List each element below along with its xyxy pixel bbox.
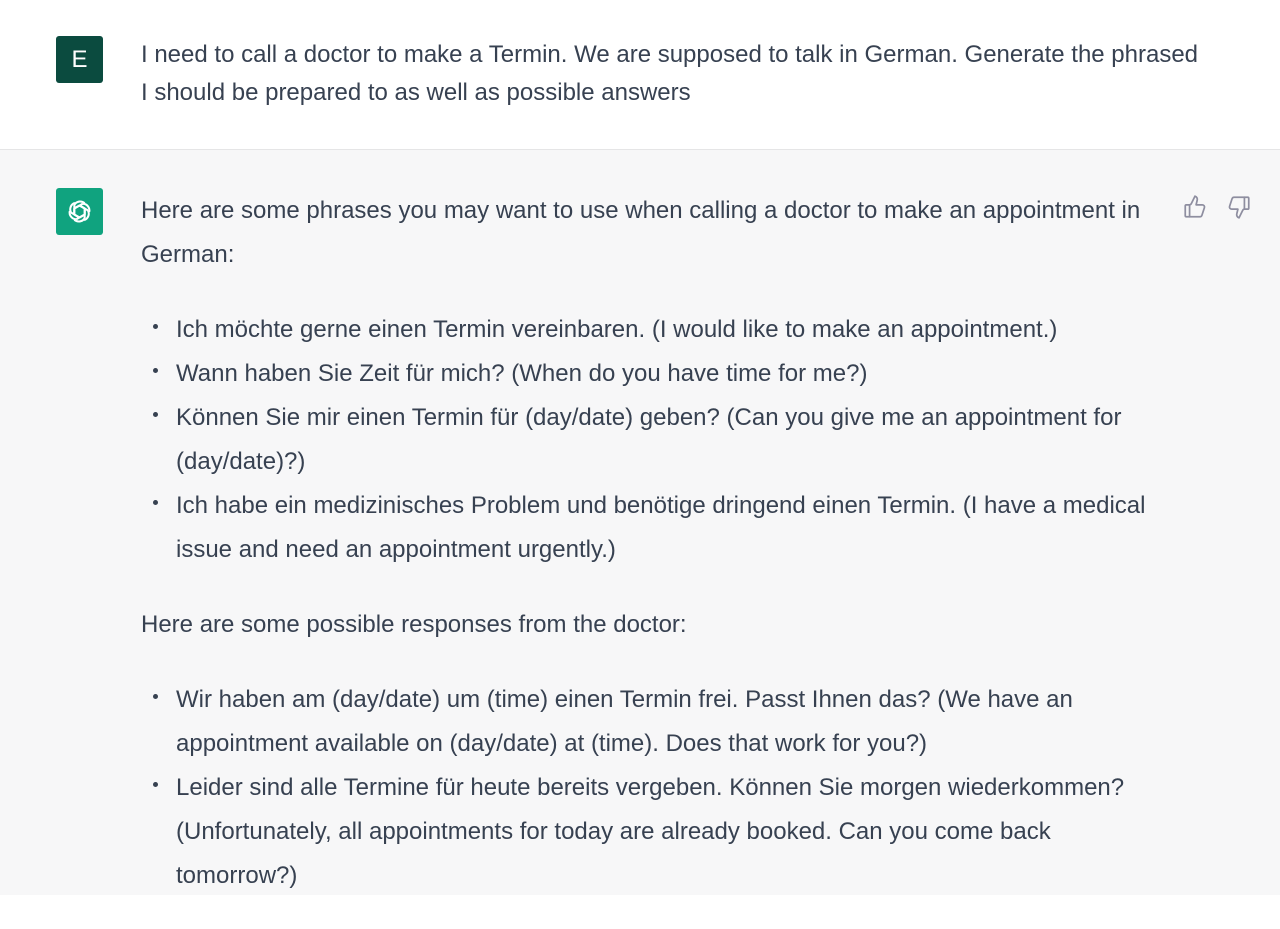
thumbs-up-button[interactable] — [1182, 194, 1208, 220]
intro-paragraph: Here are some phrases you may want to us… — [141, 197, 1141, 268]
list-item: Leider sind alle Termine für heute berei… — [141, 766, 1151, 898]
thumbs-up-icon — [1184, 195, 1206, 218]
assistant-message-body: Here are some phrases you may want to us… — [141, 189, 1151, 929]
responses-intro-paragraph: Here are some possible responses from th… — [141, 611, 687, 638]
assistant-avatar — [56, 188, 103, 235]
thumbs-down-button[interactable] — [1226, 194, 1252, 220]
thumbs-down-icon — [1228, 196, 1250, 219]
assistant-message: Here are some phrases you may want to us… — [0, 150, 1280, 895]
list-item: Wann haben Sie Zeit für mich? (When do y… — [141, 352, 1151, 396]
user-message: E I need to call a doctor to make a Term… — [0, 0, 1280, 150]
list-item: Ich möchte gerne einen Termin vereinbare… — [141, 308, 1151, 352]
user-message-text: I need to call a doctor to make a Termin… — [141, 41, 1199, 106]
phrases-list: Ich möchte gerne einen Termin vereinbare… — [141, 308, 1151, 572]
user-avatar: E — [56, 36, 103, 83]
list-item: Wir haben am (day/date) um (time) einen … — [141, 678, 1151, 766]
openai-logo-icon — [68, 200, 91, 223]
list-item: Können Sie mir einen Termin für (day/dat… — [141, 396, 1151, 484]
responses-list: Wir haben am (day/date) um (time) einen … — [141, 678, 1151, 898]
list-item: Ich habe ein medizinisches Problem und b… — [141, 484, 1151, 572]
